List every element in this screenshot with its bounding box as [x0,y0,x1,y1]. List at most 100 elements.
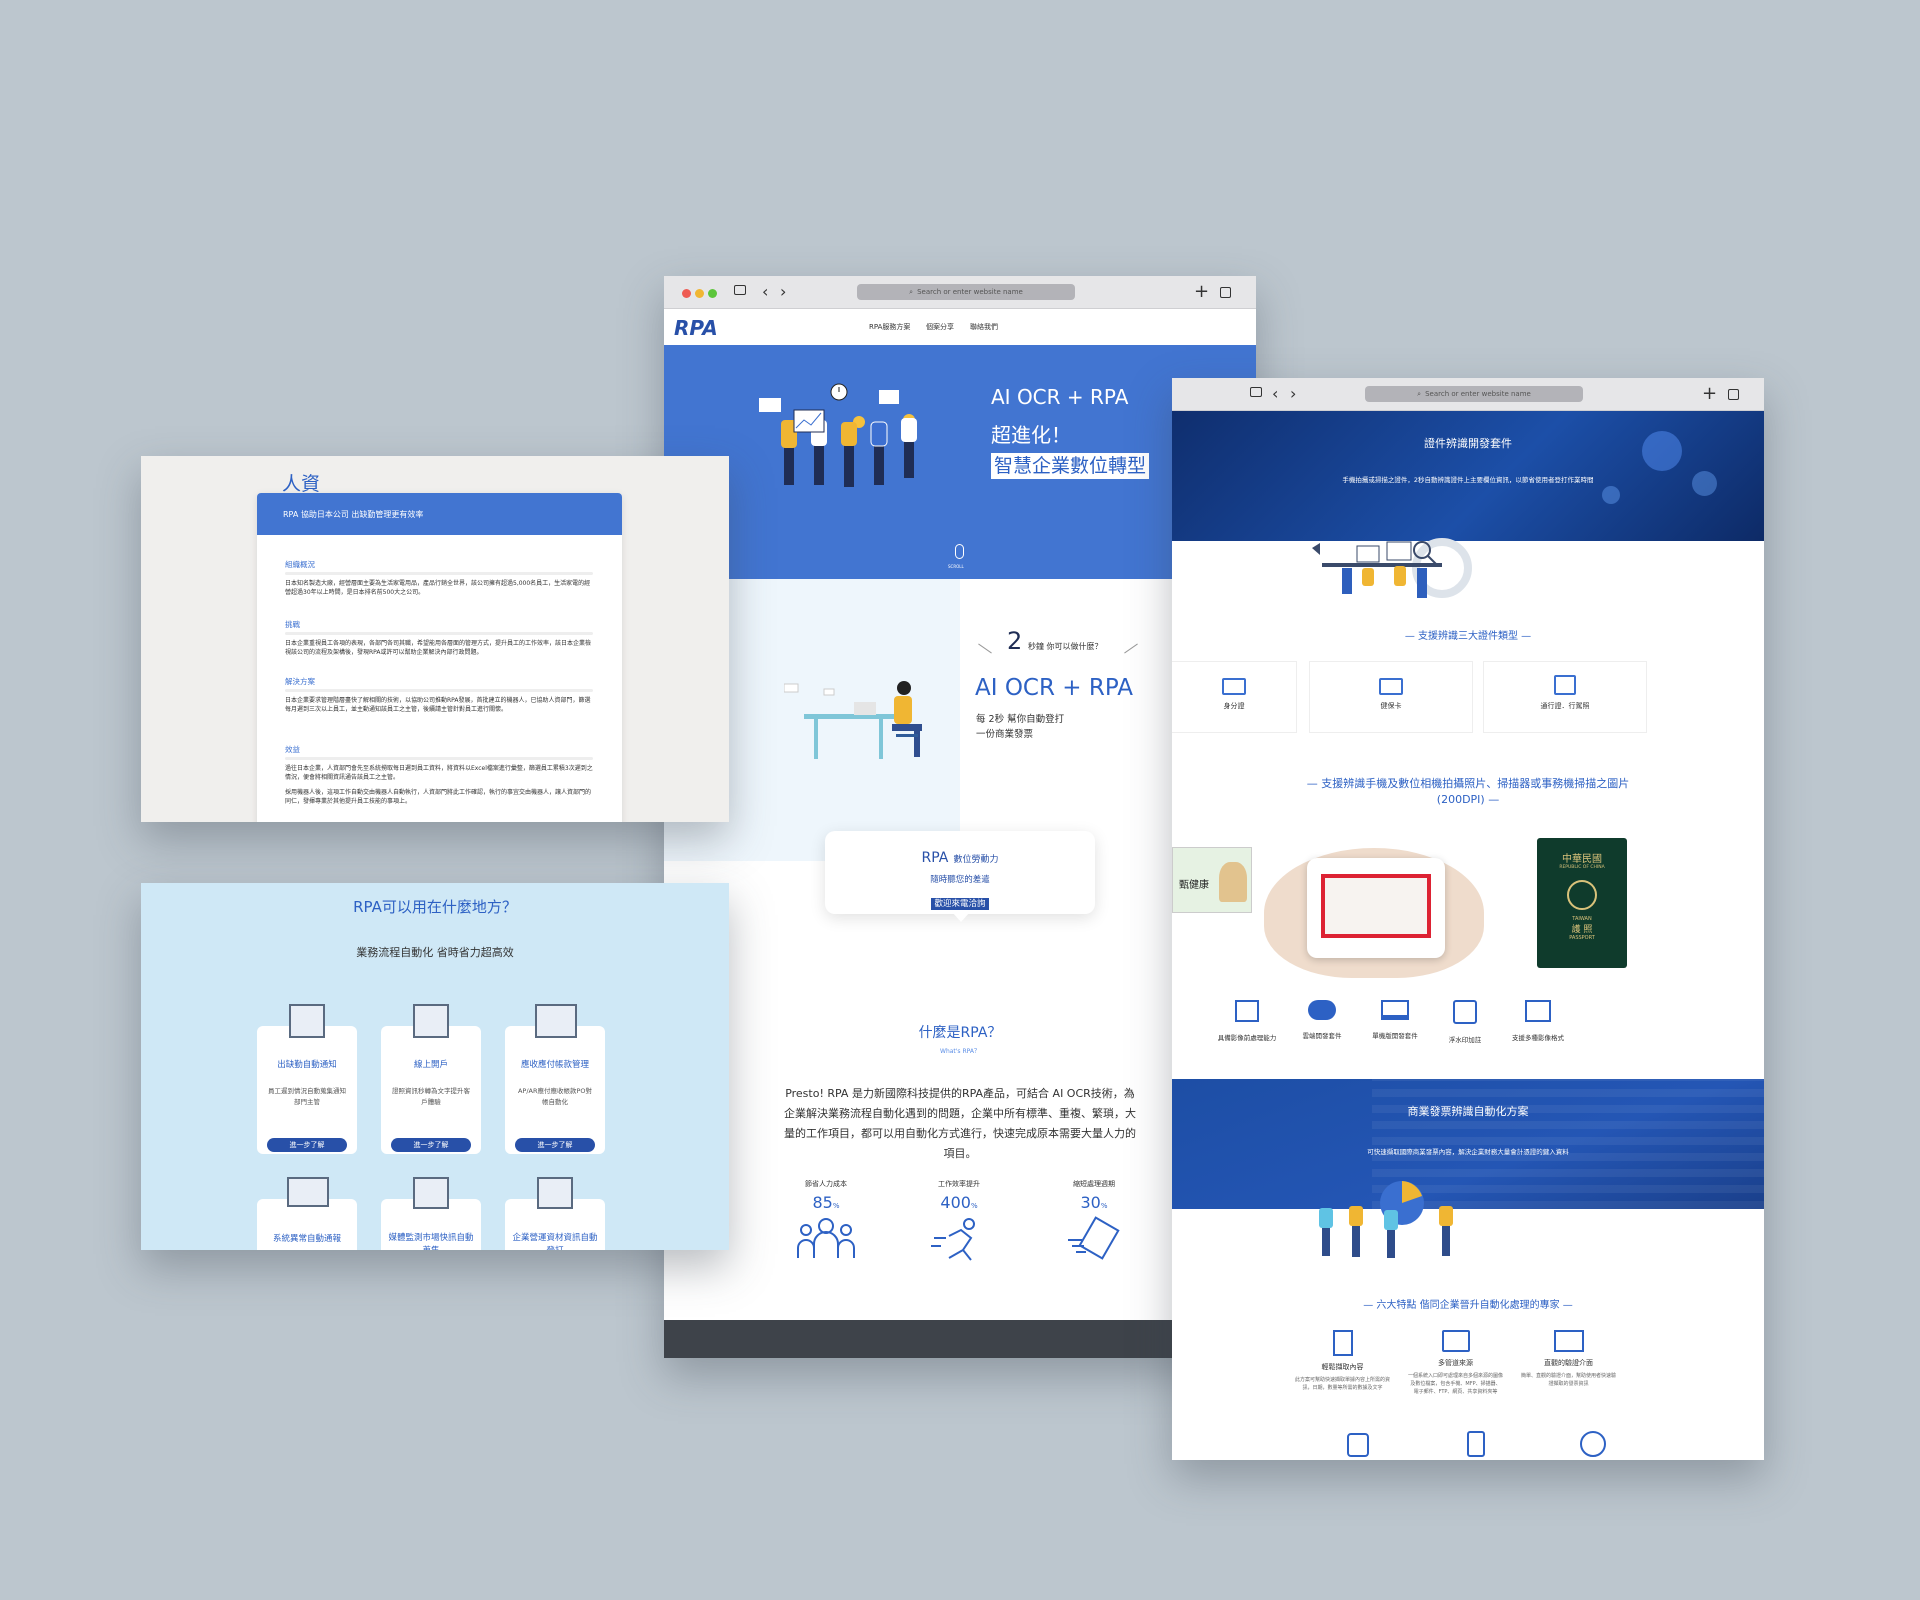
what-body: Presto! RPA 是力新國際科技提供的RPA產品，可結合 AI OCR技術… [784,1087,1136,1160]
right-browser-toolbar: ‹ › ⌕ Search or enter website name + [1172,378,1764,411]
scroll-label: SCROLL [948,564,964,569]
close-dot[interactable] [682,289,691,298]
browser-toolbar: ‹ › ⌕ Search or enter website name + [664,276,1256,309]
calendar-building-icon [289,1004,325,1038]
stat-cost-label: 節省人力成本 [805,1180,847,1188]
image-format-icon [1525,1000,1551,1022]
health-card-tile[interactable]: 健保卡 [1309,661,1473,733]
forward-icon[interactable]: › [780,282,786,301]
usecase-card-attendance-button[interactable]: 進一步了解 [267,1138,347,1152]
usecase-card-ar-ap-title: 應收應付帳款管理 [520,1060,589,1070]
bokeh-3 [1602,486,1620,504]
nav-rpa-solutions[interactable]: RPA服務方案 [869,322,910,332]
point-extract: 輕鬆擷取內容 此方案可幫助快速擷取單據內容上所需的資訊，日期，數量等所需的數據及… [1295,1330,1390,1392]
site-logo[interactable]: RPA [674,316,718,340]
section2-title: AI OCR + RPA [975,675,1133,701]
right-back-icon[interactable]: ‹ [1272,384,1278,403]
usecase-card-media-monitor-title: 媒體監測市場快訊自動蒐集 [388,1233,474,1250]
stat-cycle-label: 縮短處理週期 [1073,1180,1115,1188]
hero-illustration [759,383,917,487]
right-sidebar-icon[interactable] [1250,387,1262,397]
right-forward-icon[interactable]: › [1290,384,1296,403]
feature-formats-label: 支援多種影像格式 [1512,1034,1564,1042]
back-icon[interactable]: ‹ [762,282,768,301]
right-hero-sub: 手機拍攝或掃描之證件，2秒自動辨識證件上主要欄位資訊，以節省使用者登打作業時間 [1342,476,1594,484]
usecase-card-enterprise-data-title: 企業營運資材資訊自動登打 [512,1233,598,1250]
usecase-card-open-account-button[interactable]: 進一步了解 [391,1138,471,1152]
document-download-icon [1332,1330,1353,1356]
passport-title: 中華民國 [1562,854,1602,865]
verify-screen-icon [1553,1330,1584,1352]
permit-license-label: 通行證．行駕照 [1540,702,1590,710]
tablet-device [1307,858,1445,958]
right-url-placeholder: Search or enter website name [1425,390,1531,398]
maximize-dot[interactable] [708,289,717,298]
slash-left-icon [978,643,992,654]
mobile-doc-icon [1467,1431,1485,1457]
usecase-card-ar-ap-button[interactable]: 進一步了解 [515,1138,595,1152]
usecase-card-enterprise-data: 企業營運資材資訊自動登打 [505,1177,605,1250]
stat-efficiency-value: 400 [940,1193,971,1212]
passport-emblem-icon [1567,880,1597,910]
bubble-call-button[interactable]: 歡迎來電洽詢 [931,898,989,910]
url-bar[interactable]: ⌕ Search or enter website name [857,284,1075,300]
usecase-card-attendance-title: 出缺勤自動通知 [277,1060,337,1070]
id-card-icon [1222,678,1246,695]
usecase-card-open-account-desc: 證照資訊秒轉為文字提升客戶體驗 [392,1087,470,1106]
monitor-icon [1381,1000,1409,1020]
right-search-icon: ⌕ [1417,389,1422,398]
nav-contact[interactable]: 聯絡我們 [970,322,998,332]
hr-section-challenge: 挑戰 日本企業重視員工各項的表現，各部門各司其職，希望能用各層面的管理方式，提升… [285,619,593,657]
new-tab-icon[interactable]: + [1194,281,1209,302]
minimize-dot[interactable] [695,289,704,298]
health-card-portrait [1219,862,1247,902]
sidebar-icon[interactable] [734,285,746,295]
people-cost-icon [797,1218,855,1258]
hr-section-benefit-heading: 效益 [285,745,300,754]
invoice-team-illustration [1319,1181,1453,1258]
bubble-line1: RPA 數位勞動力 [825,847,1095,866]
hr-section-solution-text: 日本企業要求管理階層盡快了解相關的技術，以協助公司推動RPA發展，首批建立的機器… [285,697,591,713]
search-icon: ⌕ [909,287,914,296]
usecase-card-media-monitor: 媒體監測市場快訊自動蒐集 [381,1177,481,1250]
main-browser-window: ‹ › ⌕ Search or enter website name + RPA … [664,276,1256,1358]
right-url-bar[interactable]: ⌕ Search or enter website name [1365,386,1583,402]
photo-support-dpi: (200DPI) — [1436,793,1500,806]
section2-sub1: 每 2秒 幫你自動登打 [976,714,1065,725]
nav-case-share[interactable]: 個案分享 [926,322,954,332]
usecase-panel: RPA可以用在什麼地方？ 業務流程自動化 省時省力超高效 出缺勤自動通知 員工遲… [141,883,729,1250]
id-card-tile[interactable]: 身分證 [1172,661,1297,733]
stat-efficiency-label: 工作效率提升 [938,1180,980,1188]
right-tabs-overview-icon[interactable] [1728,389,1739,400]
calculator-icon [535,1004,577,1038]
point-extract-title: 輕鬆擷取內容 [1321,1363,1364,1371]
scroll-mouse-icon[interactable] [955,544,964,559]
permit-license-tile[interactable]: 通行證．行駕照 [1483,661,1647,733]
bubble-rpa: RPA [921,850,949,866]
image-process-icon [1235,1000,1259,1022]
hr-section-benefit-extra: 採用機器人後，這項工作自動交由機器人自動執行，人資部門將此工作確認，執行的事宜交… [285,789,592,805]
hr-section-org-line [285,572,593,575]
right-hero: 證件辨識開發套件 手機拍攝或掃描之證件，2秒自動辨識證件上主要欄位資訊，以節省使… [1172,411,1764,541]
two-seconds-question: 秒鐘 你可以做什麼？ [1028,642,1103,651]
id-card-label: 身分證 [1223,702,1245,710]
tabs-overview-icon[interactable] [1220,287,1231,298]
hr-section-benefit-text: 過往日本企業，人資部門會先至系統撈取每日遲到員工資料，將資料以Excel檔案進行… [285,765,593,781]
point-extract-desc: 此方案可幫助快速擷取單據內容上所需的資訊，日期，數量等所需的數據及文字 [1295,1377,1391,1391]
usecase-card-system-alert-title: 系統異常自動通報 [272,1234,341,1244]
hr-case-card-header: RPA 協助日本公司 出缺勤管理更有效率 [257,493,622,535]
contact-bubble: RPA 數位勞動力 隨時聽您的差遣 歡迎來電洽詢 [825,831,1095,914]
hr-section-solution-heading: 解決方案 [285,677,315,686]
hr-section-solution-line [285,689,593,692]
printer-icon [1441,1330,1470,1352]
stat-cost-value-row: 85% [786,1193,866,1212]
tablet-id-card [1321,874,1431,938]
cloud-icon [1308,1000,1336,1020]
slash-right-icon [1124,643,1138,654]
hr-section-org: 組織概況 日本知名製造大廠，經營層面主要為生活家電用品，產品行銷全世界，該公司擁… [285,559,593,597]
right-hero-title: 證件辨識開發套件 [1424,437,1512,450]
right-new-tab-icon[interactable]: + [1702,383,1717,404]
usecase-card-attendance: 出缺勤自動通知 員工遲到情況自動蒐集通知部門主管 進一步了解 [257,1004,357,1154]
what-subtitle: What's RPA？ [940,1048,980,1055]
stat-cycle-value-row: 30% [1054,1193,1134,1212]
